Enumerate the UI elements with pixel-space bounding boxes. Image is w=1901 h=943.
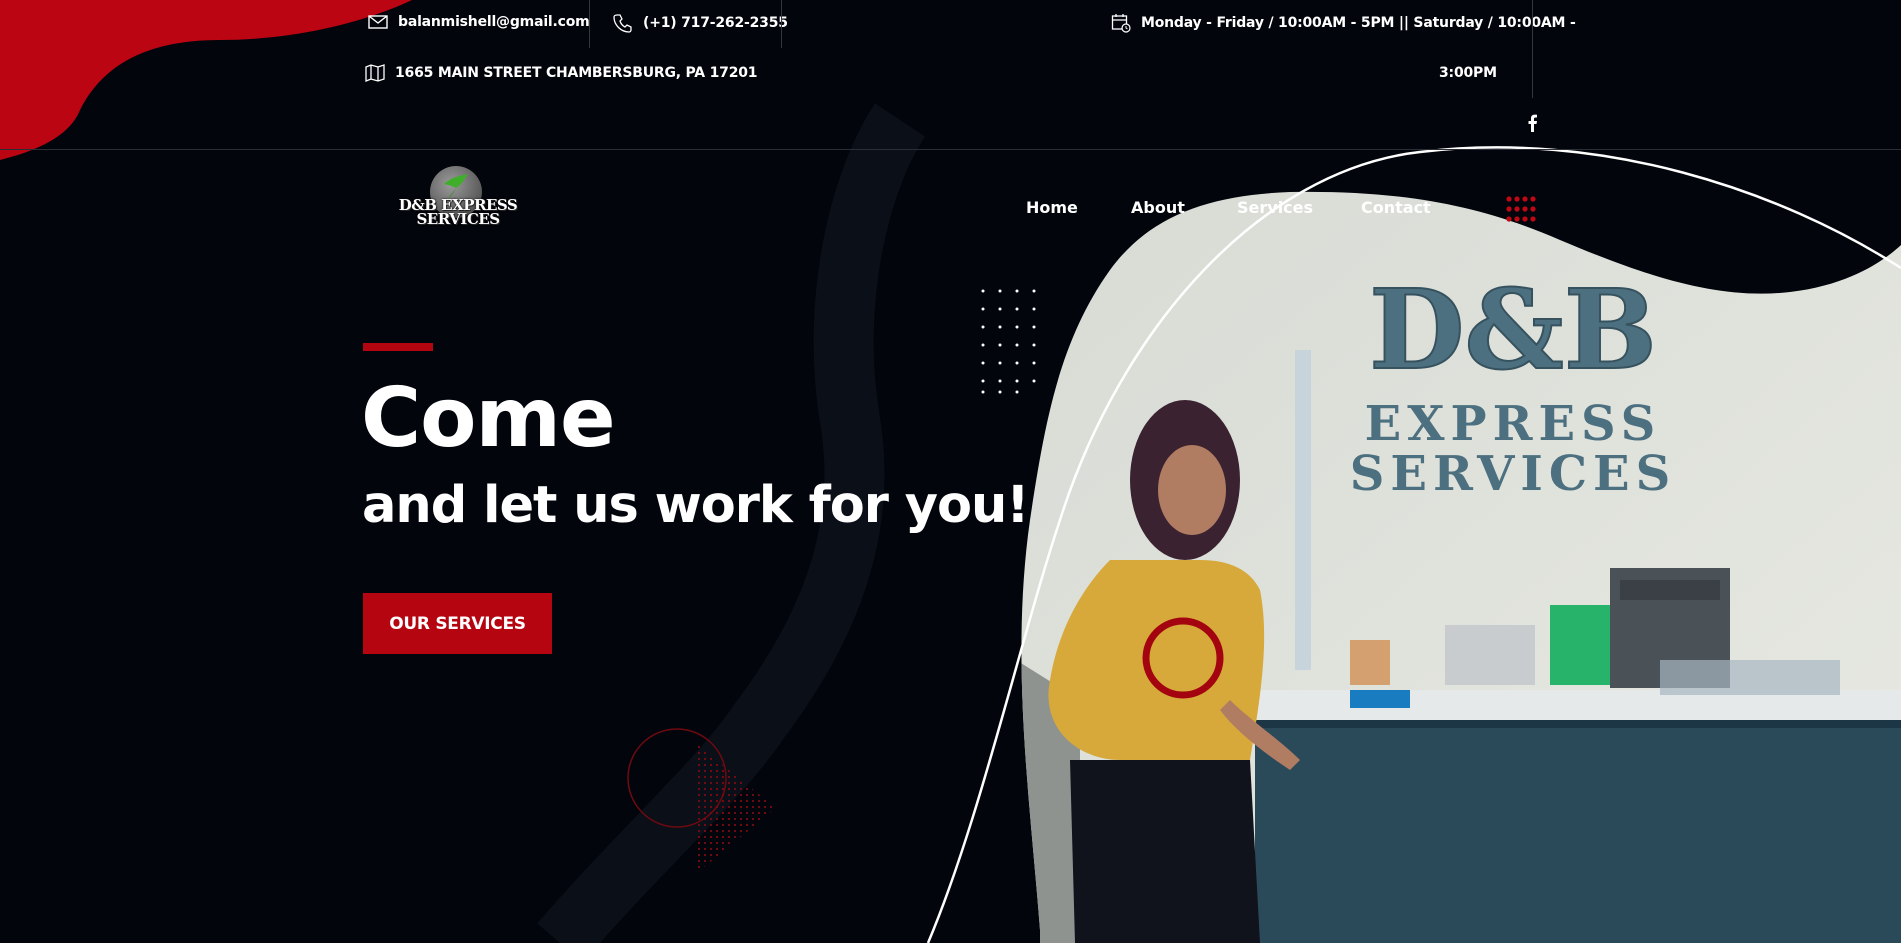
hours-info-continued: 3:00PM: [1439, 65, 1497, 81]
nav-contact[interactable]: Contact: [1361, 198, 1431, 217]
divider: [589, 0, 590, 48]
hours-info: Monday - Friday / 10:00AM - 5PM || Satur…: [1111, 13, 1576, 33]
nav-services[interactable]: Services: [1237, 198, 1313, 217]
phone-icon: [613, 13, 633, 33]
envelope-icon: [368, 15, 388, 29]
hero-title: Come: [361, 371, 616, 466]
sign-text-line3: SERVICES: [1350, 446, 1677, 502]
logo[interactable]: D&B EXPRESS SERVICES: [398, 164, 518, 236]
map-icon: [365, 64, 385, 82]
nav-home[interactable]: Home: [1026, 198, 1078, 217]
divider: [781, 0, 782, 48]
hero-subtitle: and let us work for you!: [362, 476, 1030, 535]
address-info: 1665 MAIN STREET CHAMBERSBURG, PA 17201: [365, 64, 758, 82]
grid-dots-icon[interactable]: [1506, 196, 1536, 226]
calendar-clock-icon: [1111, 13, 1131, 33]
facebook-icon[interactable]: [1526, 114, 1538, 136]
email-text: balanmishell@gmail.com: [398, 14, 590, 30]
logo-text: D&B EXPRESS SERVICES: [398, 198, 518, 228]
hours-text-line1: Monday - Friday / 10:00AM - 5PM || Satur…: [1141, 15, 1576, 31]
accent-bar: [363, 343, 433, 351]
divider: [1532, 0, 1533, 98]
our-services-button[interactable]: OUR SERVICES: [363, 593, 552, 654]
top-info-bar: [0, 0, 1901, 150]
email-info[interactable]: balanmishell@gmail.com: [368, 14, 590, 30]
logo-text-line2: SERVICES: [416, 210, 500, 228]
sign-text-line2: EXPRESS: [1365, 396, 1662, 452]
phone-text: (+1) 717-262-2355: [643, 15, 788, 31]
nav-about[interactable]: About: [1131, 198, 1185, 217]
address-text: 1665 MAIN STREET CHAMBERSBURG, PA 17201: [395, 65, 758, 81]
phone-info[interactable]: (+1) 717-262-2355: [613, 13, 788, 33]
hours-text-line2: 3:00PM: [1439, 65, 1497, 81]
sign-text-line1: D&B: [1369, 265, 1657, 394]
